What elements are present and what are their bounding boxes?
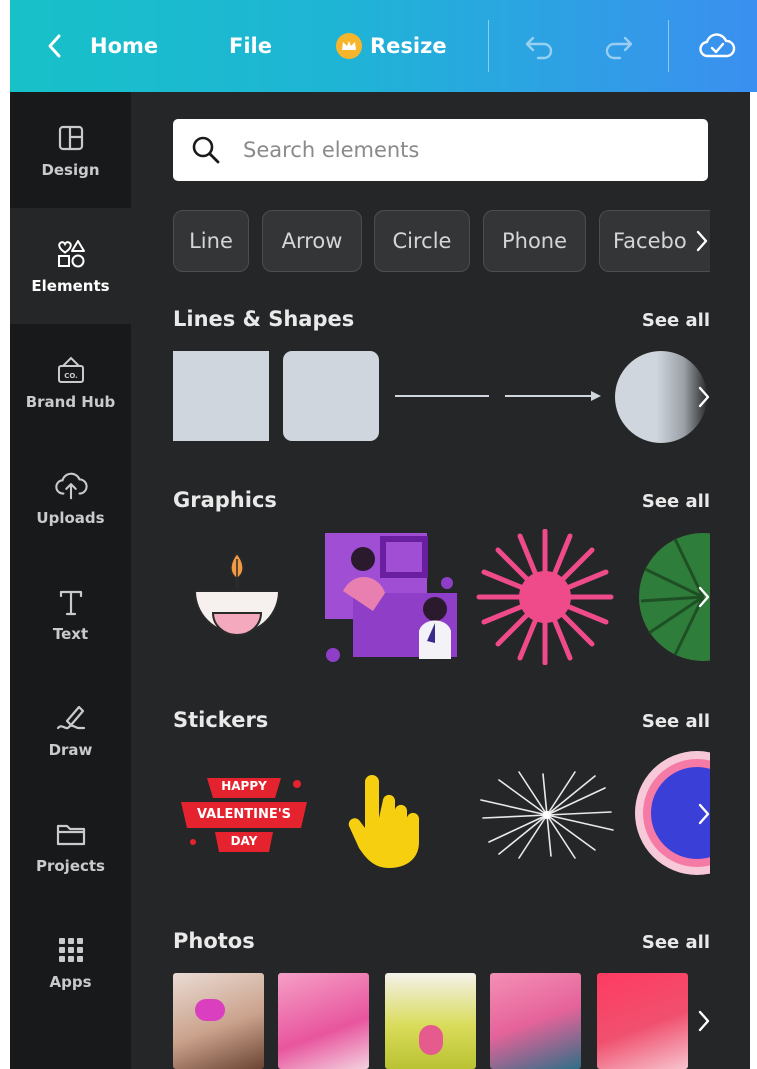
nav-projects[interactable]: Projects	[10, 788, 131, 904]
see-all-stickers[interactable]: See all	[642, 711, 710, 732]
starburst-lines-sticker[interactable]	[479, 770, 615, 860]
chip-circle[interactable]: Circle	[374, 210, 470, 272]
candle-graphic[interactable]	[187, 551, 297, 643]
draw-icon	[54, 701, 88, 735]
chevron-right-icon	[698, 386, 710, 408]
photos-scroll-right[interactable]	[687, 991, 710, 1051]
redo-icon	[605, 36, 633, 60]
nav-design[interactable]: Design	[10, 92, 131, 208]
lines-shapes-scroll-right[interactable]	[687, 367, 710, 427]
section-title-lines-shapes: Lines & Shapes	[173, 307, 355, 331]
nav-draw[interactable]: Draw	[10, 672, 131, 788]
canvas-edge	[750, 92, 757, 1069]
line-shape[interactable]	[395, 395, 489, 397]
square-shape[interactable]	[173, 351, 269, 441]
nav-text[interactable]: Text	[10, 556, 131, 672]
suggestion-chips: Line Arrow Circle Phone Facebo	[173, 210, 710, 274]
shapes-icon	[54, 237, 88, 271]
home-button[interactable]: Home	[90, 0, 158, 92]
cloud-save-button[interactable]	[698, 0, 736, 92]
apps-grid-icon	[54, 933, 88, 967]
brand-hub-icon: CO.	[54, 353, 88, 387]
cloud-check-icon	[699, 33, 736, 58]
chevron-left-icon	[48, 34, 61, 58]
search-icon	[189, 133, 223, 167]
nav-label: Text	[52, 625, 89, 643]
arrow-line-shape[interactable]	[505, 388, 603, 404]
elements-panel: Line Arrow Circle Phone Facebo Lines & S…	[131, 92, 750, 1069]
nav-label: Design	[41, 161, 100, 179]
nav-label: Uploads	[36, 509, 105, 527]
rounded-square-shape[interactable]	[283, 351, 379, 441]
side-nav: Design Elements CO. Brand Hub Uploads Te…	[10, 92, 131, 1069]
photo-thumbnail[interactable]	[278, 973, 369, 1069]
pineapple-shape	[419, 1025, 443, 1055]
sunburst-graphic[interactable]	[475, 529, 615, 665]
chip-arrow[interactable]: Arrow	[262, 210, 362, 272]
nav-brand-hub[interactable]: CO. Brand Hub	[10, 324, 131, 440]
stickers-scroll-right[interactable]	[687, 784, 710, 844]
graphics-row	[173, 529, 710, 665]
section-title-graphics: Graphics	[173, 488, 277, 512]
see-all-lines-shapes[interactable]: See all	[642, 310, 710, 331]
lines-shapes-row	[173, 351, 710, 443]
sticker-text: HAPPY	[221, 779, 267, 793]
sticker-text: VALENTINE'S	[196, 807, 292, 822]
chip-phone[interactable]: Phone	[483, 210, 586, 272]
redo-button[interactable]	[602, 0, 636, 92]
nav-apps[interactable]: Apps	[10, 904, 131, 1020]
nav-elements[interactable]: Elements	[10, 208, 131, 324]
photo-thumbnail[interactable]	[490, 973, 581, 1069]
see-all-graphics[interactable]: See all	[642, 491, 710, 512]
chevron-right-icon	[698, 803, 710, 825]
layout-icon	[54, 121, 88, 155]
chip-line[interactable]: Line	[173, 210, 249, 272]
nav-label: Projects	[35, 857, 105, 875]
flower-shape	[195, 999, 225, 1021]
photo-thumbnail[interactable]	[597, 973, 688, 1069]
text-icon	[54, 585, 88, 619]
undo-icon	[525, 36, 553, 60]
chevron-right-icon	[698, 586, 710, 608]
graphics-scroll-right[interactable]	[687, 567, 710, 627]
video-call-illustration[interactable]	[323, 531, 463, 663]
search-box[interactable]	[173, 119, 708, 181]
nav-uploads[interactable]: Uploads	[10, 440, 131, 556]
photos-row	[173, 973, 710, 1069]
see-all-photos[interactable]: See all	[642, 932, 710, 953]
sticker-text: DAY	[230, 834, 258, 848]
chips-scroll-right[interactable]	[683, 210, 710, 272]
cloud-upload-icon	[54, 469, 88, 503]
nav-label: Brand Hub	[25, 393, 116, 411]
divider	[668, 20, 669, 72]
photo-thumbnail[interactable]	[385, 973, 476, 1069]
file-menu-button[interactable]: File	[229, 0, 272, 92]
svg-text:CO.: CO.	[64, 372, 78, 380]
folder-icon	[54, 817, 88, 851]
nav-label: Draw	[48, 741, 93, 759]
divider	[488, 20, 489, 72]
back-button[interactable]	[44, 0, 66, 92]
resize-button[interactable]: Resize	[336, 0, 447, 92]
section-title-photos: Photos	[173, 929, 255, 953]
undo-button[interactable]	[522, 0, 556, 92]
chevron-right-icon	[698, 1010, 710, 1032]
stickers-row: HAPPY VALENTINE'S DAY	[173, 750, 710, 880]
nav-label: Apps	[49, 973, 92, 991]
section-title-stickers: Stickers	[173, 708, 269, 732]
search-input[interactable]	[241, 137, 685, 163]
chevron-right-icon	[696, 230, 708, 252]
resize-label: Resize	[370, 34, 447, 58]
top-bar: Home File Resize	[10, 0, 757, 92]
valentines-sticker[interactable]: HAPPY VALENTINE'S DAY	[179, 772, 309, 862]
nav-label: Elements	[31, 277, 110, 295]
crown-icon	[336, 33, 362, 59]
pointing-hand-sticker[interactable]	[345, 770, 437, 870]
photo-thumbnail[interactable]	[173, 973, 264, 1069]
